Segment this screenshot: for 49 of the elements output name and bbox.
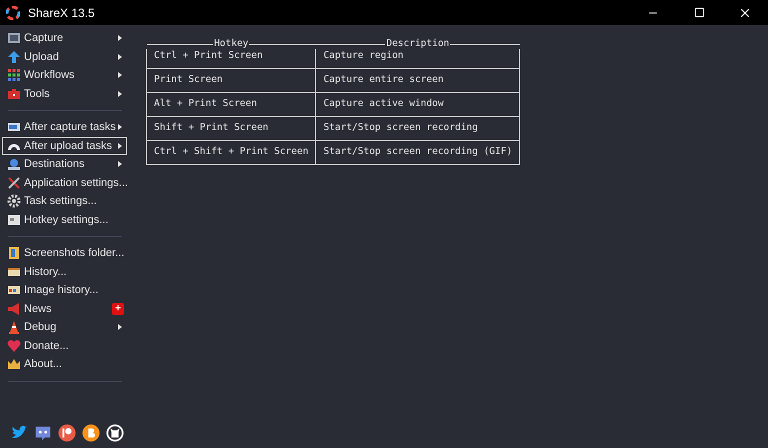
tools-icon	[7, 176, 21, 190]
coin-icon[interactable]	[82, 424, 100, 442]
menu-item[interactable]: After upload tasks	[2, 136, 127, 155]
window-title: ShareX 13.5	[28, 4, 95, 22]
heart-icon	[7, 338, 21, 353]
cat-icon[interactable]	[106, 424, 124, 442]
menu-item[interactable]: Donate...	[2, 336, 127, 355]
menu-item[interactable]: About...	[2, 355, 127, 374]
menu-item[interactable]: Debug	[2, 318, 127, 336]
table-cell: Start/Stop screen recording (GIF)	[316, 140, 520, 164]
menu-item[interactable]: Hotkey settings...	[2, 210, 127, 229]
table-cell: Ctrl + Print Screen	[146, 49, 316, 68]
menu-item[interactable]: Application settings...	[2, 174, 127, 192]
cone-icon	[7, 320, 21, 334]
maximize-icon	[694, 7, 704, 18]
column-header: Hotkey	[213, 39, 250, 49]
menu-item[interactable]: Workflows	[2, 66, 127, 84]
table-cell: Ctrl + Shift + Print Screen	[146, 140, 316, 164]
menu-item[interactable]: History...	[2, 262, 127, 281]
table-cell: Print Screen	[146, 68, 316, 92]
news-badge: +	[112, 302, 124, 315]
grid-icon	[7, 68, 21, 82]
menu-item[interactable]: Upload	[2, 48, 127, 66]
table-cell: Capture active window	[316, 92, 520, 116]
chat-icon[interactable]	[34, 424, 52, 442]
crown-icon	[7, 357, 21, 372]
camera-icon	[7, 31, 21, 46]
menu-item[interactable]: Capture	[2, 29, 127, 48]
table-cell: Shift + Print Screen	[146, 116, 316, 140]
menu-item[interactable]: Tools	[2, 84, 127, 103]
menu-item[interactable]: Image history...	[2, 281, 127, 300]
column-header: Description	[385, 39, 450, 49]
menu-item[interactable]: Screenshots folder...	[2, 244, 127, 262]
menu-item[interactable]: After capture tasks	[2, 118, 127, 136]
table-cell: Alt + Print Screen	[146, 92, 316, 116]
table-cell: Capture entire screen	[316, 68, 520, 92]
keyboard-icon	[7, 212, 21, 227]
menu-item[interactable]: Task settings...	[2, 192, 127, 210]
table-cell: Start/Stop screen recording	[316, 116, 520, 140]
menu-item[interactable]: Destinations	[2, 155, 127, 174]
patron-icon[interactable]	[58, 424, 76, 442]
app-logo-icon	[6, 6, 20, 20]
gear-icon	[7, 194, 21, 208]
menu-item[interactable]: News +	[2, 300, 127, 318]
table-cell: Capture region	[316, 49, 520, 68]
folder-icon	[7, 246, 21, 260]
toolbox-icon	[7, 86, 21, 101]
up-arrow-icon	[7, 50, 21, 64]
megaphone-icon	[7, 302, 21, 316]
